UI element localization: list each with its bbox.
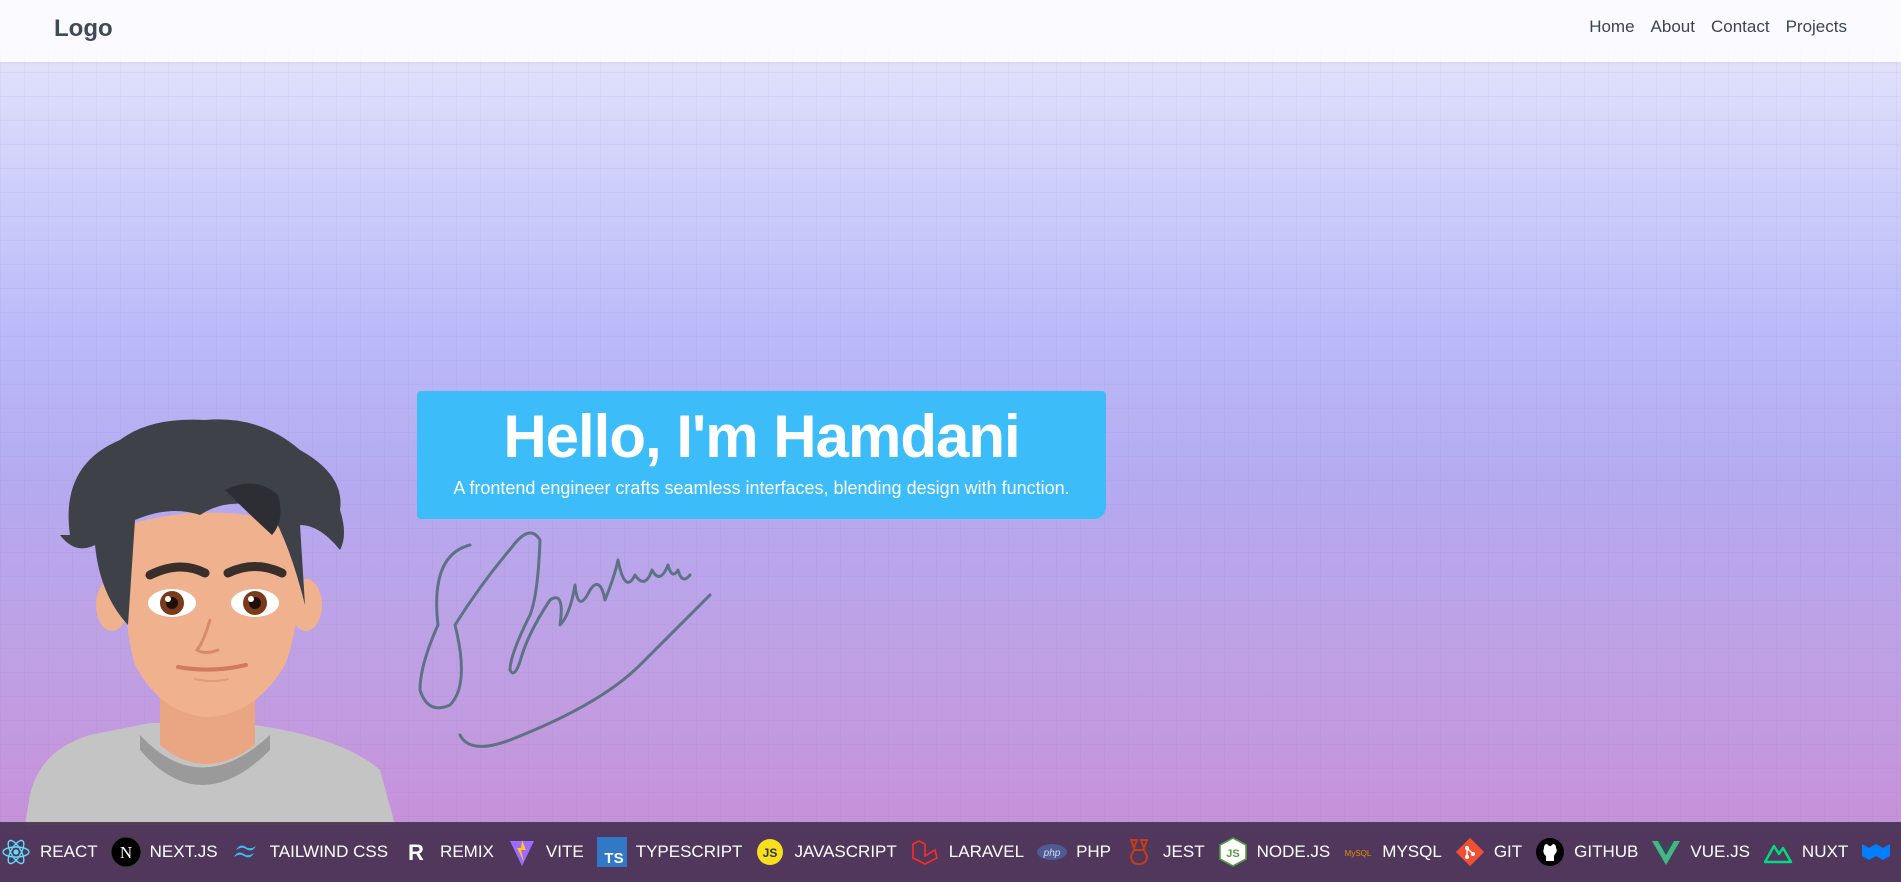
hero-title: Hello, I'm Hamdani (503, 403, 1020, 470)
jest-icon (1123, 836, 1155, 868)
tech-item-mysql: MySQL MYSQL (1342, 836, 1442, 868)
tech-item-react: REACT (0, 836, 98, 868)
tech-item-git: GIT (1454, 836, 1522, 868)
hero-card: Hello, I'm Hamdani A frontend engineer c… (417, 391, 1106, 519)
tech-label: JAVASCRIPT (794, 842, 897, 861)
tech-label: NODE.JS (1256, 842, 1331, 861)
vite-icon (506, 836, 538, 868)
tech-item-tailwind-css: TAILWIND CSS (230, 836, 388, 868)
tech-item-nuxt: NUXT (1762, 836, 1848, 868)
tech-item-vue-js: VUE.JS (1650, 836, 1750, 868)
tech-label: REACT (40, 842, 98, 861)
tech-item-next-js: N NEXT.JS (110, 836, 218, 868)
nav-link-about[interactable]: About (1651, 17, 1695, 37)
tech-label: VITE (545, 842, 584, 861)
avatar-illustration (25, 419, 395, 825)
mysql-icon: MySQL (1342, 836, 1374, 868)
tech-item-javascript: JS JAVASCRIPT (754, 836, 897, 868)
tech-item-mui: MUI (1860, 836, 1901, 868)
remix-icon: R (400, 836, 432, 868)
tech-label: LARAVEL (948, 842, 1025, 861)
svg-text:JS: JS (1226, 848, 1239, 860)
tech-item-github: GITHUB (1534, 836, 1638, 868)
svg-text:R: R (408, 840, 424, 865)
nodejs-icon: JS (1217, 836, 1249, 868)
typescript-icon: TS (596, 836, 628, 868)
tech-label: NEXT.JS (149, 842, 218, 861)
logo[interactable]: Logo (54, 15, 113, 43)
signature-graphic (418, 531, 712, 748)
svg-text:TS: TS (604, 850, 623, 867)
hero-subtitle: A frontend engineer crafts seamless inte… (453, 478, 1070, 498)
svg-text:N: N (119, 843, 131, 862)
navbar: Logo Home About Contact Projects (0, 0, 1901, 62)
svg-text:MySQL: MySQL (1345, 849, 1372, 858)
tech-label: VUE.JS (1690, 842, 1750, 861)
nextjs-icon: N (110, 836, 142, 868)
tech-label: GIT (1493, 842, 1523, 861)
nav-link-contact[interactable]: Contact (1711, 17, 1770, 37)
javascript-icon: JS (754, 836, 786, 868)
php-icon: php (1036, 836, 1068, 868)
tech-label: JEST (1163, 842, 1205, 861)
nav-link-projects[interactable]: Projects (1786, 17, 1847, 37)
tech-item-vite: VITE (506, 836, 584, 868)
tech-label: MYSQL (1382, 842, 1442, 861)
tech-label: PHP (1076, 842, 1112, 861)
git-icon (1454, 836, 1486, 868)
nuxt-icon (1762, 836, 1794, 868)
nav-links: Home About Contact Projects (1589, 17, 1847, 37)
nav-link-home[interactable]: Home (1589, 17, 1634, 37)
tech-label: GITHUB (1574, 842, 1639, 861)
tailwind-icon (230, 836, 262, 868)
tech-stack-ticker: REACT N NEXT.JS TAILWIND CSS R REMIX VITE TS TYP… (0, 822, 1901, 882)
github-icon (1534, 836, 1566, 868)
tech-label: TAILWIND CSS (269, 842, 389, 861)
svg-text:php: php (1043, 848, 1061, 859)
react-icon (0, 836, 32, 868)
tech-item-laravel: LARAVEL (909, 836, 1024, 868)
mui-icon (1860, 836, 1892, 868)
tech-label: NUXT (1801, 842, 1849, 861)
tech-label: TYPESCRIPT (635, 842, 743, 861)
tech-label: REMIX (440, 842, 494, 861)
tech-item-typescript: TS TYPESCRIPT (596, 836, 743, 868)
tech-item-node-js: JS NODE.JS (1217, 836, 1331, 868)
tech-item-jest: JEST (1123, 836, 1205, 868)
vue-icon (1650, 836, 1682, 868)
laravel-icon (909, 836, 941, 868)
svg-text:JS: JS (763, 846, 778, 860)
tech-item-php: php PHP (1036, 836, 1111, 868)
tech-item-remix: R REMIX (400, 836, 494, 868)
